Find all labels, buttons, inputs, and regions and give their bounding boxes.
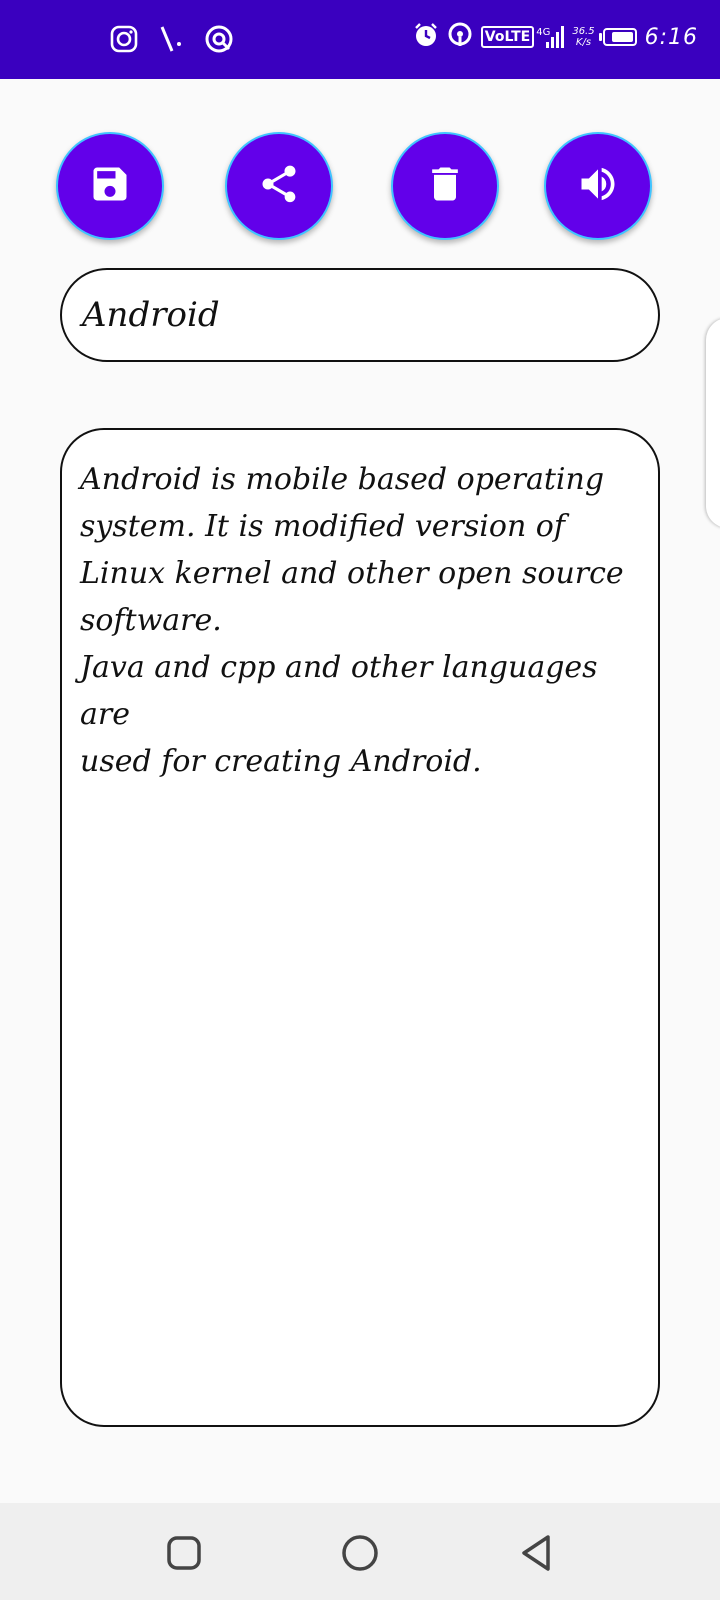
speed-value: 36.5	[572, 26, 595, 37]
alarm-icon	[413, 22, 439, 52]
vpn-icon	[204, 24, 234, 58]
signal-slash-icon	[158, 25, 184, 57]
save-icon	[88, 162, 132, 210]
note-title-input[interactable]: Android	[60, 268, 660, 362]
battery-fill	[611, 32, 633, 42]
trash-icon	[423, 162, 467, 210]
hotspot-icon	[447, 22, 473, 52]
network-gen-label: 4G	[536, 27, 551, 38]
speak-button[interactable]	[544, 132, 652, 240]
status-right: VoLTE 4G 36.5 K/s 6:16	[413, 22, 698, 52]
edge-panel-handle[interactable]	[706, 318, 720, 528]
battery-icon	[598, 28, 637, 46]
status-bar: VoLTE 4G 36.5 K/s 6:16	[0, 0, 720, 79]
recent-apps-button[interactable]	[164, 1533, 204, 1573]
back-button[interactable]	[518, 1533, 558, 1573]
home-icon	[340, 1535, 380, 1577]
share-icon	[257, 162, 301, 210]
network-speed: 36.5 K/s	[572, 26, 594, 48]
volte-badge: VoLTE	[480, 26, 535, 48]
navigation-bar	[0, 1503, 720, 1600]
note-body-input[interactable]: Android is mobile based operating system…	[60, 428, 660, 1427]
home-button[interactable]	[340, 1533, 380, 1573]
back-icon	[518, 1535, 558, 1577]
status-time: 6:16	[644, 24, 698, 50]
status-left-icons	[110, 24, 234, 58]
volume-icon	[576, 162, 620, 210]
instagram-icon	[110, 25, 138, 57]
delete-button[interactable]	[391, 132, 499, 240]
signal-bars-icon: 4G	[536, 26, 565, 48]
save-button[interactable]	[56, 132, 164, 240]
share-button[interactable]	[225, 132, 333, 240]
speed-unit: K/s	[575, 37, 592, 48]
recent-apps-icon	[164, 1536, 204, 1577]
